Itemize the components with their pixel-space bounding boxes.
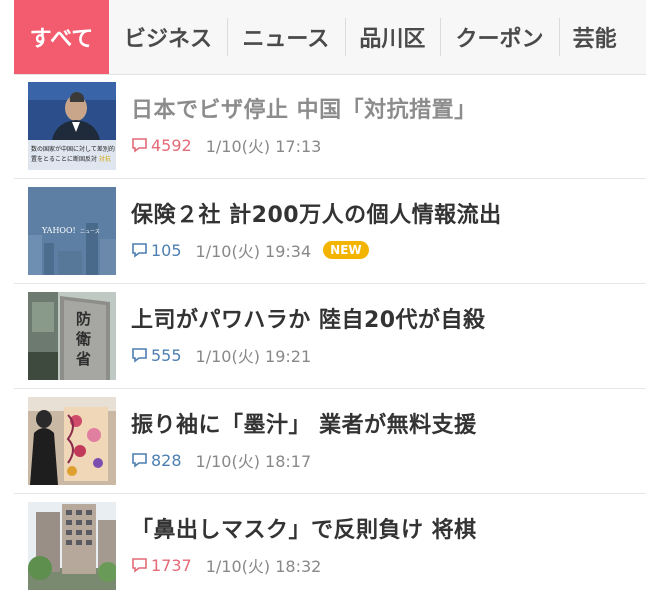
ministry-sign-text: 防 xyxy=(76,310,91,328)
svg-text:衛: 衛 xyxy=(75,330,91,348)
article-item[interactable]: 防 衛 省 上司がパワハラか 陸自20代が自殺 555 1/10(火) 19:2… xyxy=(14,284,646,389)
tab-business[interactable]: ビジネス xyxy=(109,0,227,74)
article-title[interactable]: 上司がパワハラか 陸自20代が自殺 xyxy=(131,306,486,336)
article-date: 1/10(火) 18:32 xyxy=(205,557,322,576)
comment-count: 4592 xyxy=(151,135,192,155)
comment-icon xyxy=(131,242,148,258)
building-thumbnail xyxy=(28,502,116,590)
press-conference-thumbnail: 数の国家が中国に対して差別的 置をとることに断固反対 対抗 xyxy=(28,82,116,170)
article-title[interactable]: 「鼻出しマスク」で反則負け 将棋 xyxy=(131,516,477,546)
article-date: 1/10(火) 18:17 xyxy=(195,452,312,471)
article-item[interactable]: YAHOO! ニュース 保険２社 計200万人の個人情報流出 105 1/10(… xyxy=(14,179,646,284)
article-list: 数の国家が中国に対して差別的 置をとることに断固反対 対抗 日本でビザ停止 中国… xyxy=(14,74,646,598)
tab-coupon[interactable]: クーポン xyxy=(440,0,558,74)
comment-count: 105 xyxy=(151,240,182,260)
tab-news[interactable]: ニュース xyxy=(227,0,344,74)
comment-count: 828 xyxy=(151,450,182,470)
comment-count: 555 xyxy=(151,345,182,365)
kimono-thumbnail xyxy=(28,397,116,485)
ministry-sign-thumbnail: 防 衛 省 xyxy=(28,292,116,380)
article-meta: 1737 1/10(火) 18:32 xyxy=(131,554,477,576)
article-title[interactable]: 日本でビザ停止 中国「対抗措置」 xyxy=(131,96,477,126)
article-meta: 4592 1/10(火) 17:13 xyxy=(131,134,477,156)
svg-text:置をとることに断固反対 対抗: 置をとることに断固反対 対抗 xyxy=(31,155,111,163)
article-date: 1/10(火) 17:13 xyxy=(205,137,322,156)
article-date: 1/10(火) 19:21 xyxy=(195,347,312,366)
comment-count: 1737 xyxy=(151,555,192,575)
thumbnail-caption: 数の国家が中国に対して差別的 xyxy=(31,145,115,153)
yahoo-news-thumbnail: YAHOO! ニュース xyxy=(28,187,116,275)
svg-text:ニュース: ニュース xyxy=(80,229,100,235)
comment-icon xyxy=(131,137,148,153)
category-tabs: すべて ビジネス ニュース 品川区 クーポン 芸能 xyxy=(14,0,646,75)
svg-text:省: 省 xyxy=(75,350,91,368)
article-item[interactable]: 数の国家が中国に対して差別的 置をとることに断固反対 対抗 日本でビザ停止 中国… xyxy=(14,74,646,179)
article-meta: 105 1/10(火) 19:34 NEW xyxy=(131,239,502,261)
article-item[interactable]: 振り袖に「墨汁」 業者が無料支援 828 1/10(火) 18:17 xyxy=(14,389,646,494)
article-item[interactable]: 「鼻出しマスク」で反則負け 将棋 1737 1/10(火) 18:32 xyxy=(14,494,646,598)
article-meta: 828 1/10(火) 18:17 xyxy=(131,449,477,471)
tab-shinagawa[interactable]: 品川区 xyxy=(344,0,441,74)
yahoo-logo: YAHOO! xyxy=(41,226,76,235)
tab-all[interactable]: すべて xyxy=(14,0,109,74)
comment-icon xyxy=(131,557,148,573)
comment-icon xyxy=(131,452,148,468)
article-title[interactable]: 振り袖に「墨汁」 業者が無料支援 xyxy=(131,411,477,441)
comment-icon xyxy=(131,347,148,363)
new-badge: NEW xyxy=(323,241,369,259)
article-meta: 555 1/10(火) 19:21 xyxy=(131,344,486,366)
tab-entertainment[interactable]: 芸能 xyxy=(558,0,646,74)
article-date: 1/10(火) 19:34 xyxy=(195,242,312,261)
article-title[interactable]: 保険２社 計200万人の個人情報流出 xyxy=(131,201,502,231)
